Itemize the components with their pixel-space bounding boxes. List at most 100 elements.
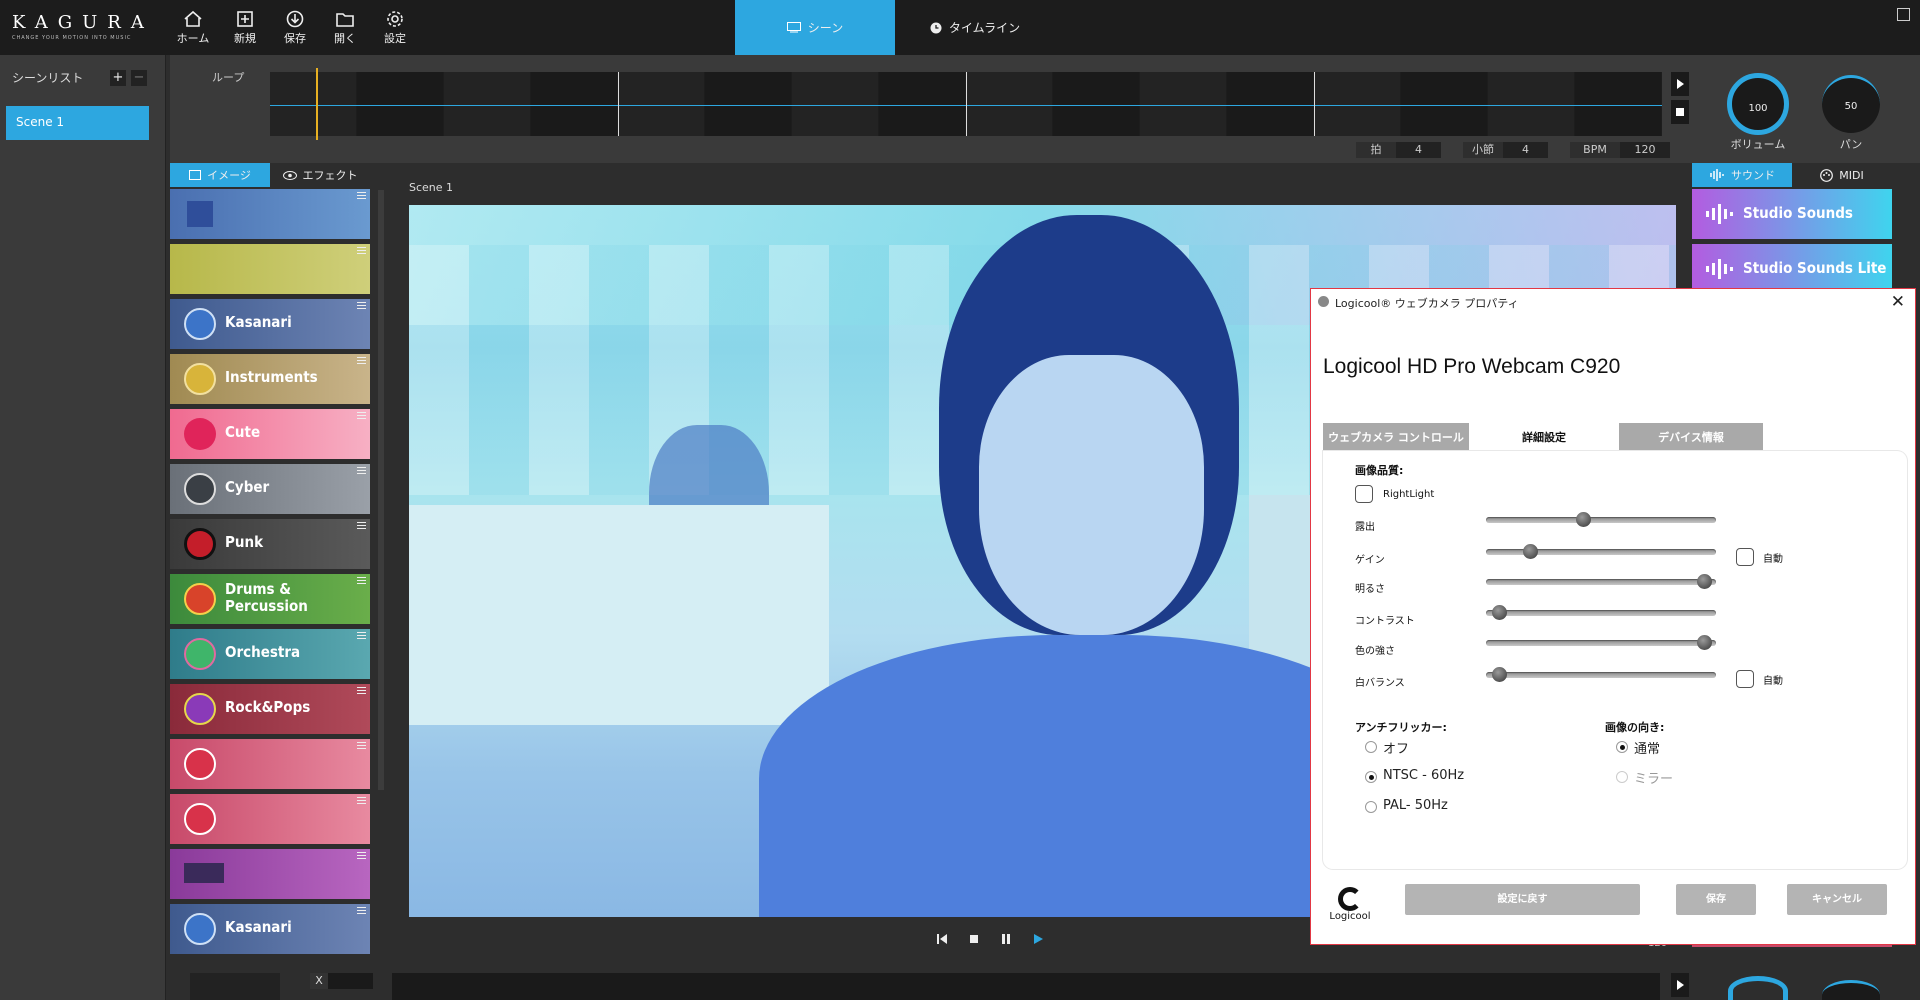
contrast-slider[interactable] [1486,605,1716,620]
image-tile-kasanari[interactable]: Kasanari [170,299,370,349]
image-tile-blue[interactable] [170,189,370,239]
tab-timeline[interactable]: タイムライン [895,0,1055,55]
midi-icon [1820,168,1834,182]
scene-list-item[interactable]: Scene 1 [6,106,149,140]
tab-scene[interactable]: シーン [735,0,895,55]
tab-sound[interactable]: サウンド [1692,163,1792,187]
dialog-cancel-button[interactable]: キャンセル [1787,884,1887,915]
tile-menu-icon[interactable] [357,687,366,694]
loop-playhead[interactable] [316,68,318,140]
pan-knob[interactable]: 50 [1822,75,1880,133]
brightness-slider[interactable] [1486,574,1716,589]
tab-device-info[interactable]: デバイス情報 [1619,423,1763,451]
folder-icon [336,13,354,27]
image-tile-drums[interactable]: Drums & Percussion [170,574,370,624]
settings-button[interactable]: 設定 [372,10,418,46]
bottom-play-button[interactable] [1671,973,1689,997]
exposure-thumb[interactable] [1576,512,1592,527]
tab-midi[interactable]: MIDI [1792,163,1892,187]
orientation-mirror-radio[interactable] [1616,771,1628,783]
image-tile-cyber[interactable]: Cyber [170,464,370,514]
open-button[interactable]: 開く [322,10,368,46]
loop-grid[interactable] [270,68,1662,140]
tab-advanced-settings[interactable]: 詳細設定 [1471,423,1617,451]
brightness-thumb[interactable] [1696,574,1712,589]
bar-value[interactable]: 4 [1503,142,1548,158]
tile-menu-icon[interactable] [357,632,366,639]
tile-menu-icon[interactable] [357,192,366,199]
pause-button[interactable] [1000,933,1012,948]
tile-menu-icon[interactable] [357,522,366,529]
remove-scene-button[interactable]: − [131,70,147,86]
image-tile-instruments[interactable]: Instruments [170,354,370,404]
beat-value[interactable]: 4 [1396,142,1441,158]
new-label: 新規 [234,32,256,45]
tile-menu-icon[interactable] [357,742,366,749]
orientation-normal-radio[interactable] [1616,741,1628,753]
image-tile-tambourine[interactable] [170,794,370,844]
gain-slider[interactable] [1486,544,1716,559]
play-button[interactable] [1032,933,1044,948]
home-button[interactable]: ホーム [170,10,216,46]
bottom-volume-knob[interactable] [1728,976,1788,1000]
volume-knob[interactable]: 100 [1727,73,1789,135]
image-tile-hand[interactable] [170,739,370,789]
bar-field[interactable]: 小節 4 [1463,142,1548,158]
image-tile-cute[interactable]: Cute [170,409,370,459]
image-tile-orchestra[interactable]: Orchestra [170,629,370,679]
tile-menu-icon[interactable] [357,907,366,914]
tile-menu-icon[interactable] [357,302,366,309]
white-balance-auto-checkbox[interactable] [1736,670,1754,688]
tab-effect[interactable]: エフェクト [270,163,370,187]
contrast-thumb[interactable] [1492,605,1508,620]
dialog-save-button[interactable]: 保存 [1676,884,1756,915]
exposure-slider[interactable] [1486,512,1716,527]
rightlight-checkbox[interactable] [1355,485,1373,503]
tile-menu-icon[interactable] [357,467,366,474]
white-balance-slider[interactable] [1486,667,1716,682]
tile-menu-icon[interactable] [357,247,366,254]
skip-back-button[interactable] [936,933,948,948]
antiflicker-ntsc-radio[interactable] [1365,771,1377,783]
tile-menu-icon[interactable] [357,797,366,804]
loop-cell [1227,72,1314,136]
tile-menu-icon[interactable] [357,577,366,584]
image-tile-kasanari-2[interactable]: Kasanari [170,904,370,954]
bpm-value[interactable]: 120 [1620,142,1670,158]
rightlight-label: RightLight [1383,489,1435,500]
sound-tile-studio-sounds[interactable]: Studio Sounds [1692,189,1892,239]
tile-menu-icon[interactable] [357,357,366,364]
saturation-slider[interactable] [1486,635,1716,650]
tile-menu-icon[interactable] [357,412,366,419]
bottom-pan-knob[interactable] [1822,980,1880,1000]
loop-play-button[interactable] [1671,72,1689,96]
white-balance-thumb[interactable] [1492,667,1508,682]
antiflicker-off-radio[interactable] [1365,741,1377,753]
add-scene-button[interactable]: + [110,70,126,86]
image-panel-scrollbar[interactable] [378,190,384,790]
close-icon[interactable]: ✕ [1891,292,1905,312]
tab-image[interactable]: イメージ [170,163,270,187]
reset-button[interactable]: 設定に戻す [1405,884,1640,915]
new-button[interactable]: 新規 [222,10,268,46]
image-tile-punk[interactable]: Punk [170,519,370,569]
saturation-thumb[interactable] [1696,635,1712,650]
x-field[interactable] [328,973,373,989]
gain-thumb[interactable] [1522,544,1538,559]
bottom-track[interactable] [392,973,1660,1000]
beat-field[interactable]: 拍 4 [1356,142,1441,158]
sound-tile-studio-sounds-lite[interactable]: Studio Sounds Lite [1692,244,1892,294]
bpm-field[interactable]: BPM 120 [1570,142,1670,158]
image-tile-olive[interactable] [170,244,370,294]
gain-auto-checkbox[interactable] [1736,548,1754,566]
save-button[interactable]: 保存 [272,10,318,46]
image-tile-rockpops[interactable]: Rock&Pops [170,684,370,734]
tab-webcam-control[interactable]: ウェブカメラ コントロール [1323,423,1469,451]
antiflicker-pal-radio[interactable] [1365,801,1377,813]
preview-person-face [979,355,1204,635]
stop-button[interactable] [968,933,980,948]
loop-stop-button[interactable] [1671,100,1689,124]
tile-menu-icon[interactable] [357,852,366,859]
window-restore-icon[interactable] [1897,8,1910,21]
image-tile-kagura[interactable] [170,849,370,899]
